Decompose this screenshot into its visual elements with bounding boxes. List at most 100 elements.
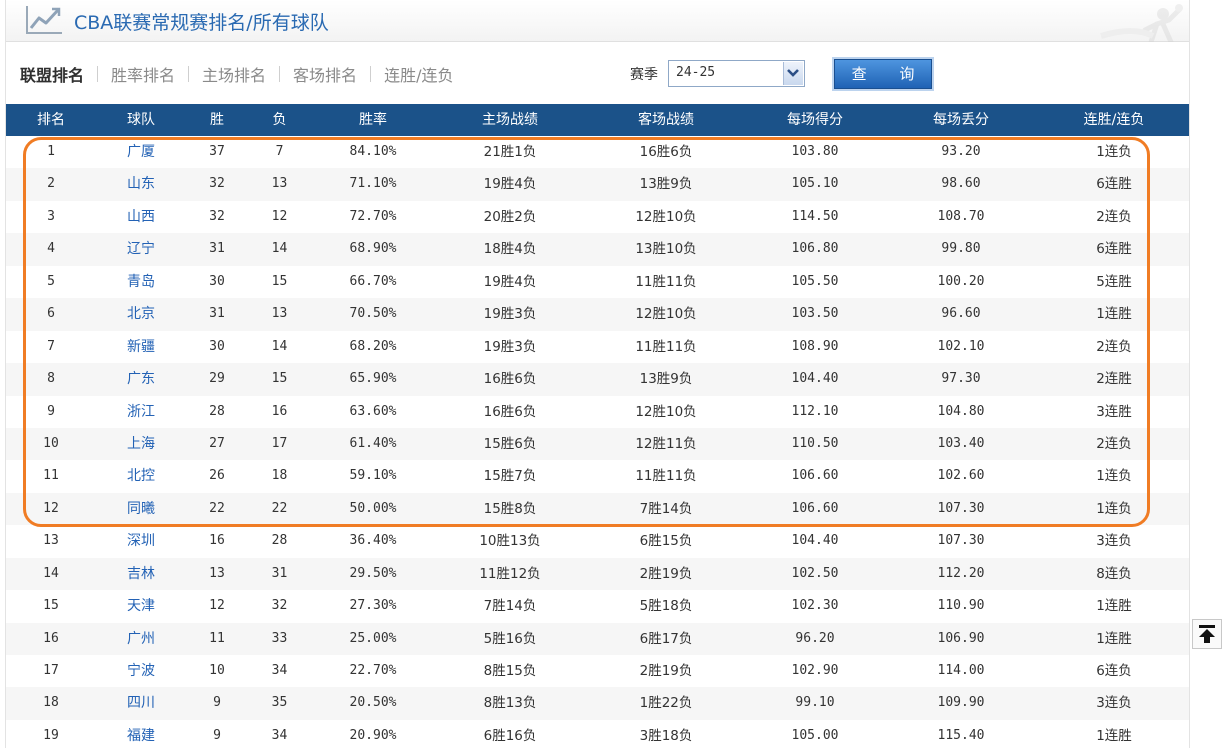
cell-away-record: 1胜22负 — [639, 695, 693, 712]
cell-away-record: 11胜11负 — [635, 468, 697, 485]
team-link[interactable]: 新疆 — [96, 331, 186, 363]
table-row: 16 广州 11 33 25.00% 5胜16负 6胜17负 96.20 106.90 1连胜 — [6, 622, 1189, 655]
cell-away-record: 13胜10负 — [635, 241, 697, 258]
cell-streak: 1连胜 — [1096, 727, 1132, 744]
cell-rank: 3 — [47, 208, 55, 224]
cell-win-rate: 22.70% — [349, 663, 397, 678]
cell-points-per-game: 99.10 — [795, 695, 835, 711]
cell-wins: 9 — [213, 695, 221, 711]
standings-table: 排名 球队胜负胜率 主场战绩 客场战绩 每场得分 每场丢分 连胜/连负 1 广厦 37 7 84.1… — [6, 104, 1189, 752]
team-link[interactable]: 四川 — [96, 687, 186, 719]
team-link[interactable]: 广东 — [96, 363, 186, 395]
cell-losses: 12 — [271, 208, 288, 224]
cell-streak: 1连负 — [1096, 500, 1132, 517]
cell-points-allowed-per-game: 110.90 — [937, 598, 985, 614]
cell-points-per-game: 106.60 — [791, 468, 839, 484]
cell-wins: 31 — [209, 241, 225, 257]
cell-wins: 13 — [209, 565, 225, 581]
cell-rank: 13 — [43, 533, 59, 549]
cell-wins: 27 — [209, 435, 225, 451]
cell-points-per-game: 102.50 — [791, 565, 839, 581]
team-link[interactable]: 山西 — [96, 201, 186, 233]
cell-win-rate: 70.50% — [349, 306, 397, 322]
team-link[interactable]: 山东 — [96, 168, 186, 200]
cell-win-rate: 84.10% — [349, 144, 397, 159]
tab-away-ranking[interactable]: 客场排名 — [293, 62, 357, 86]
table-row: 3 山西 32 12 72.70% 20胜2负 12胜10负 114.50 108.70 2连负 — [6, 201, 1189, 233]
cell-points-per-game: 104.40 — [791, 533, 839, 549]
table-row: 12 同曦 22 22 50.00% 15胜8负 7胜14负 106.60 107.30 1连负 — [6, 492, 1189, 526]
cell-wins: 30 — [209, 273, 225, 289]
cell-win-rate: 27.30% — [349, 598, 397, 614]
table-row: 19 福建 9 34 20.90% 6胜16负 3胜18负 105.00 115.40 1连胜 — [6, 720, 1189, 752]
cell-streak: 1连胜 — [1096, 598, 1132, 615]
cell-losses: 34 — [271, 663, 288, 678]
team-link[interactable]: 福建 — [96, 720, 186, 752]
table-row: 2 山东 32 13 71.10% 19胜4负 13胜9负 105.10 98.60 6连胜 — [6, 168, 1189, 201]
cell-wins: 28 — [209, 403, 225, 419]
cell-win-rate: 68.20% — [349, 338, 397, 354]
cell-wins: 32 — [209, 208, 225, 224]
team-link[interactable]: 广厦 — [96, 136, 186, 168]
column-header-team: 球队 — [127, 112, 155, 128]
cell-streak: 3连负 — [1096, 695, 1132, 712]
cell-wins: 26 — [209, 468, 225, 484]
team-link[interactable]: 深圳 — [96, 525, 186, 557]
team-link[interactable]: 北控 — [96, 460, 186, 492]
team-link[interactable]: 青岛 — [96, 266, 186, 298]
cell-away-record: 11胜11负 — [635, 338, 697, 355]
table-row: 7 新疆 30 14 68.20% 19胜3负 11胜11负 108.90 102.10 2连负 — [6, 331, 1189, 363]
cell-home-record: 19胜4负 — [483, 176, 537, 193]
page-title: CBA联赛常规赛排名/所有球队 — [74, 12, 329, 34]
team-link[interactable]: 宁波 — [96, 655, 186, 687]
cell-home-record: 11胜12负 — [479, 565, 541, 582]
cell-losses: 31 — [271, 565, 288, 581]
cell-win-rate: 61.40% — [349, 435, 397, 451]
team-link[interactable]: 天津 — [96, 590, 186, 622]
cell-away-record: 13胜9负 — [639, 371, 693, 388]
cell-points-allowed-per-game: 107.30 — [937, 533, 985, 549]
cell-win-rate: 71.10% — [349, 176, 397, 192]
tab-win-rate-ranking[interactable]: 胜率排名 — [111, 62, 175, 86]
cell-wins: 37 — [209, 144, 225, 159]
cell-losses: 7 — [275, 144, 284, 159]
season-select[interactable]: 24-25 — [668, 60, 805, 87]
dropdown-button[interactable] — [783, 62, 803, 85]
cell-away-record: 6胜17负 — [639, 630, 693, 647]
cell-home-record: 19胜3负 — [483, 338, 537, 355]
team-link[interactable]: 辽宁 — [96, 233, 186, 265]
team-link[interactable]: 浙江 — [96, 396, 186, 428]
cell-points-allowed-per-game: 102.60 — [937, 468, 985, 484]
tab-divider — [370, 66, 372, 82]
table-row: 10 上海 27 17 61.40% 15胜6负 12胜11负 110.50 103.40 2连负 — [6, 427, 1189, 461]
team-link[interactable]: 吉林 — [96, 558, 186, 590]
cell-wins: 16 — [209, 533, 225, 549]
tab-league-ranking[interactable]: 联盟排名 — [20, 62, 84, 86]
cell-points-per-game: 104.40 — [791, 371, 839, 387]
cell-rank: 2 — [47, 176, 55, 192]
query-button[interactable]: 查 询 — [834, 59, 932, 89]
cell-points-allowed-per-game: 115.40 — [937, 727, 985, 743]
cell-rank: 15 — [43, 598, 59, 614]
team-link[interactable]: 上海 — [96, 428, 186, 460]
cell-points-allowed-per-game: 112.20 — [937, 565, 985, 581]
cell-points-allowed-per-game: 114.00 — [937, 663, 985, 678]
tab-divider — [97, 66, 99, 82]
tab-streak-ranking[interactable]: 连胜/连负 — [384, 62, 453, 86]
cell-streak: 2连负 — [1096, 338, 1132, 355]
table-row: 1 广厦 37 7 84.10% 21胜1负 16胜6负 103.80 93.20 1连负 — [6, 136, 1189, 168]
team-link[interactable]: 广州 — [96, 623, 186, 655]
cell-win-rate: 63.60% — [349, 403, 397, 419]
back-to-top-button[interactable] — [1192, 619, 1222, 649]
team-link[interactable]: 同曦 — [96, 493, 186, 525]
cell-wins: 12 — [209, 598, 225, 614]
cell-rank: 6 — [47, 306, 55, 322]
cell-win-rate: 20.90% — [349, 727, 397, 743]
cell-home-record: 20胜2负 — [483, 208, 537, 225]
cell-home-record: 15胜6负 — [483, 435, 537, 452]
cell-away-record: 5胜18负 — [639, 598, 693, 615]
cell-points-allowed-per-game: 109.90 — [937, 695, 985, 711]
tab-home-ranking[interactable]: 主场排名 — [202, 62, 266, 86]
team-link[interactable]: 北京 — [96, 298, 186, 330]
cell-points-allowed-per-game: 108.70 — [937, 208, 985, 224]
